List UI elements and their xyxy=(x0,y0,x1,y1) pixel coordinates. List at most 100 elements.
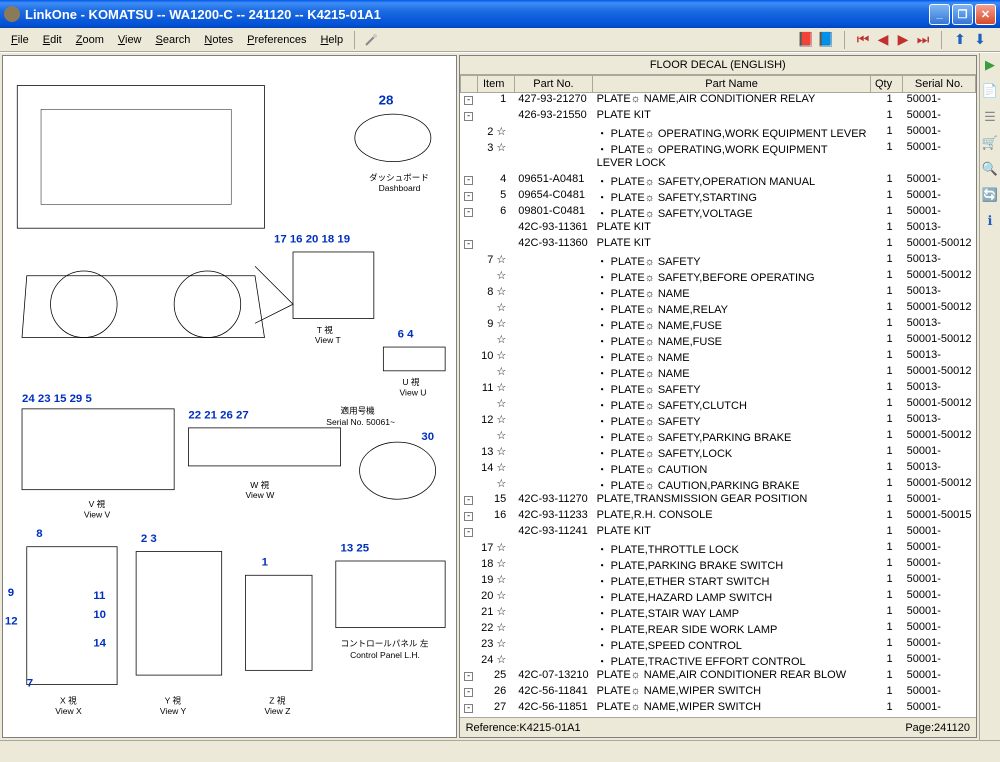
books-icon[interactable]: 📕 xyxy=(798,32,814,48)
minimize-button[interactable]: _ xyxy=(929,4,950,25)
table-row[interactable]: -1427-93-21270PLATE☼ NAME,AIR CONDITIONE… xyxy=(460,93,975,109)
menu-edit[interactable]: Edit xyxy=(36,32,69,48)
cart-icon[interactable]: 🛒 xyxy=(982,135,998,151)
expander-icon[interactable]: - xyxy=(464,688,473,697)
svg-text:適用号機: 適用号機 xyxy=(341,405,376,416)
table-row[interactable]: -1542C-93-11270PLATE,TRANSMISSION GEAR P… xyxy=(460,493,975,509)
table-row[interactable]: 18 ☆・ PLATE,PARKING BRAKE SWITCH150001- xyxy=(460,557,975,573)
table-row[interactable]: -1642C-93-11233PLATE,R.H. CONSOLE150001-… xyxy=(460,509,975,525)
up-icon[interactable]: ⬆ xyxy=(952,32,968,48)
table-row[interactable]: -2642C-56-11841PLATE☼ NAME,WIPER SWITCH1… xyxy=(460,685,975,701)
last-icon[interactable]: ⏭ xyxy=(915,32,931,48)
expander-icon[interactable]: - xyxy=(464,496,473,505)
note-icon[interactable]: 📄 xyxy=(982,83,998,99)
table-row[interactable]: 10 ☆・ PLATE☼ NAME150013- xyxy=(460,349,975,365)
svg-text:View Y: View Y xyxy=(160,706,187,716)
svg-text:14: 14 xyxy=(93,638,106,650)
svg-text:Control Panel L.H.: Control Panel L.H. xyxy=(350,650,420,660)
star-icon: ☆ xyxy=(496,254,506,266)
menu-view[interactable]: View xyxy=(111,32,149,48)
diagram-panel[interactable]: 28 ダッシュボード Dashboard 17 16 20 18 19 T 視 … xyxy=(2,55,457,738)
refresh-icon[interactable]: 🔄 xyxy=(982,187,998,203)
svg-text:View X: View X xyxy=(55,706,82,716)
expander-icon[interactable]: - xyxy=(464,192,473,201)
table-row[interactable]: -42C-93-11360PLATE KIT150001-50012 xyxy=(460,237,975,253)
table-row[interactable]: 13 ☆・ PLATE☼ SAFETY,LOCK150001- xyxy=(460,445,975,461)
table-row[interactable]: 8 ☆・ PLATE☼ NAME150013- xyxy=(460,285,975,301)
expander-icon[interactable]: - xyxy=(464,240,473,249)
status-page: Page:241120 xyxy=(905,722,970,734)
table-row[interactable]: 23 ☆・ PLATE,SPEED CONTROL150001- xyxy=(460,637,975,653)
close-button[interactable]: ✕ xyxy=(975,4,996,25)
table-row[interactable]: 21 ☆・ PLATE,STAIR WAY LAMP150001- xyxy=(460,605,975,621)
menu-help[interactable]: Help xyxy=(313,32,350,48)
table-row[interactable]: -2742C-56-11851PLATE☼ NAME,WIPER SWITCH1… xyxy=(460,701,975,717)
table-row[interactable]: 9 ☆・ PLATE☼ NAME,FUSE150013- xyxy=(460,317,975,333)
table-row[interactable]: ☆・ PLATE☼ SAFETY,CLUTCH150001-50012 xyxy=(460,397,975,413)
expander-icon[interactable]: - xyxy=(464,112,473,121)
svg-text:2 3: 2 3 xyxy=(141,533,157,545)
expander-icon[interactable]: - xyxy=(464,528,473,537)
table-row[interactable]: 3 ☆・ PLATE☼ OPERATING,WORK EQUIPMENT1500… xyxy=(460,141,975,157)
titlebar[interactable]: LinkOne - KOMATSU -- WA1200-C -- 241120 … xyxy=(0,0,1000,28)
table-row[interactable]: ☆・ PLATE☼ SAFETY,PARKING BRAKE150001-500… xyxy=(460,429,975,445)
expander-icon[interactable]: - xyxy=(464,176,473,185)
table-row[interactable]: -2542C-07-13210PLATE☼ NAME,AIR CONDITION… xyxy=(460,669,975,685)
table-row[interactable]: 20 ☆・ PLATE,HAZARD LAMP SWITCH150001- xyxy=(460,589,975,605)
col-expand[interactable] xyxy=(460,76,477,93)
menu-preferences[interactable]: Preferences xyxy=(240,32,313,48)
star-icon: ☆ xyxy=(496,446,506,458)
status-reference: Reference:K4215-01A1 xyxy=(466,722,581,734)
parts-panel: FLOOR DECAL (ENGLISH) Item Part No. Part… xyxy=(459,55,977,738)
table-row[interactable]: 2 ☆・ PLATE☼ OPERATING,WORK EQUIPMENT LEV… xyxy=(460,125,975,141)
wand-icon[interactable] xyxy=(363,32,379,48)
parts-table[interactable]: Item Part No. Part Name Qty Serial No. -… xyxy=(460,75,976,717)
star-icon: ☆ xyxy=(496,430,506,442)
table-row[interactable]: 19 ☆・ PLATE,ETHER START SWITCH150001- xyxy=(460,573,975,589)
first-icon[interactable]: ⏮ xyxy=(855,32,871,48)
table-row[interactable]: ☆・ PLATE☼ NAME,RELAY150001-50012 xyxy=(460,301,975,317)
play-icon[interactable]: ▶ xyxy=(982,57,998,73)
expander-icon[interactable]: - xyxy=(464,704,473,713)
maximize-button[interactable]: ❐ xyxy=(952,4,973,25)
books-blue-icon[interactable]: 📘 xyxy=(818,32,834,48)
expander-icon[interactable]: - xyxy=(464,96,473,105)
menu-zoom[interactable]: Zoom xyxy=(69,32,111,48)
table-row[interactable]: -609801-C0481・ PLATE☼ SAFETY,VOLTAGE1500… xyxy=(460,205,975,221)
table-row[interactable]: 17 ☆・ PLATE,THROTTLE LOCK150001- xyxy=(460,541,975,557)
next-icon[interactable]: ▶ xyxy=(895,32,911,48)
table-row[interactable]: -426-93-21550PLATE KIT150001- xyxy=(460,109,975,125)
star-icon: ☆ xyxy=(496,478,506,490)
down-icon[interactable]: ⬇ xyxy=(972,32,988,48)
table-row[interactable]: 24 ☆・ PLATE,TRACTIVE EFFORT CONTROL15000… xyxy=(460,653,975,669)
table-row[interactable]: 11 ☆・ PLATE☼ SAFETY150013- xyxy=(460,381,975,397)
table-row[interactable]: ☆・ PLATE☼ NAME150001-50012 xyxy=(460,365,975,381)
col-partname[interactable]: Part Name xyxy=(593,76,871,93)
expander-icon[interactable]: - xyxy=(464,512,473,521)
expander-icon[interactable]: - xyxy=(464,208,473,217)
table-row[interactable]: -42C-93-11241PLATE KIT150001- xyxy=(460,525,975,541)
prev-icon[interactable]: ◀ xyxy=(875,32,891,48)
table-row[interactable]: ☆・ PLATE☼ NAME,FUSE150001-50012 xyxy=(460,333,975,349)
table-row[interactable]: 14 ☆・ PLATE☼ CAUTION150013- xyxy=(460,461,975,477)
table-row[interactable]: -509654-C0481・ PLATE☼ SAFETY,STARTING150… xyxy=(460,189,975,205)
search-side-icon[interactable]: 🔍 xyxy=(982,161,998,177)
list-icon[interactable]: ☰ xyxy=(982,109,998,125)
expander-icon[interactable]: - xyxy=(464,672,473,681)
table-row[interactable]: ☆・ PLATE☼ CAUTION,PARKING BRAKE150001-50… xyxy=(460,477,975,493)
table-row[interactable]: LEVER LOCK xyxy=(460,157,975,173)
table-row[interactable]: 12 ☆・ PLATE☼ SAFETY150013- xyxy=(460,413,975,429)
col-partno[interactable]: Part No. xyxy=(514,76,592,93)
menu-file[interactable]: File xyxy=(4,32,36,48)
menu-notes[interactable]: Notes xyxy=(197,32,240,48)
col-serial[interactable]: Serial No. xyxy=(903,76,976,93)
table-row[interactable]: ☆・ PLATE☼ SAFETY,BEFORE OPERATING150001-… xyxy=(460,269,975,285)
table-row[interactable]: -409651-A0481・ PLATE☼ SAFETY,OPERATION M… xyxy=(460,173,975,189)
col-item[interactable]: Item xyxy=(477,76,514,93)
table-row[interactable]: 42C-93-11361PLATE KIT150013- xyxy=(460,221,975,237)
table-row[interactable]: 7 ☆・ PLATE☼ SAFETY150013- xyxy=(460,253,975,269)
col-qty[interactable]: Qty xyxy=(870,76,902,93)
table-row[interactable]: 22 ☆・ PLATE,REAR SIDE WORK LAMP150001- xyxy=(460,621,975,637)
menu-search[interactable]: Search xyxy=(149,32,198,48)
info-icon[interactable]: ℹ xyxy=(982,213,998,229)
